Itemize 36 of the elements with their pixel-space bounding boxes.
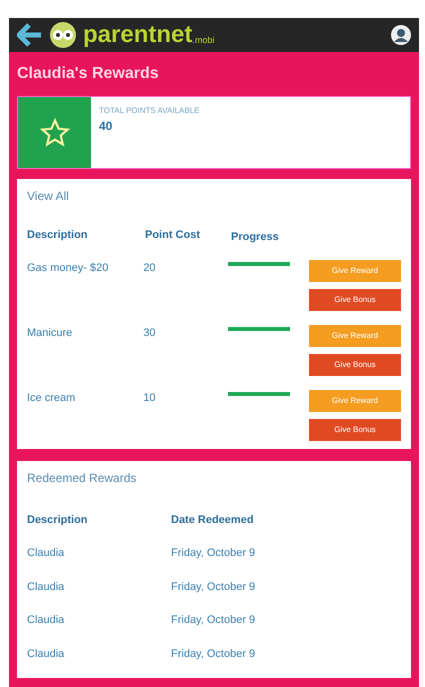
points-label: TOTAL POINTS AVAILABLE — [99, 105, 200, 117]
column-header: Date Redeemed — [171, 512, 254, 528]
page-title: Claudia's Rewards — [17, 64, 160, 84]
give-bonus-button[interactable]: Give Bonus — [309, 354, 401, 376]
star-icon — [40, 118, 70, 148]
logo-text: parentnet — [83, 23, 192, 47]
table-cell-text: Ice cream — [27, 390, 76, 406]
give-reward-button[interactable]: Give Reward — [309, 324, 401, 346]
table-cell-text: 30 — [143, 326, 157, 340]
table-cell-text: Friday, October 9 — [171, 546, 256, 561]
column-header: Point Cost — [145, 228, 201, 243]
owl-logo-icon — [49, 21, 77, 49]
table-cell-text: Friday, October 9 — [171, 646, 256, 662]
table-cell-text: Claudia — [27, 646, 66, 662]
table-cell-text: 10 — [143, 390, 157, 406]
give-bonus-button[interactable]: Give Bonus — [309, 418, 401, 440]
user-avatar-icon[interactable] — [391, 25, 411, 45]
give-reward-button[interactable]: Give Reward — [309, 390, 401, 412]
column-header: Progress — [231, 230, 280, 245]
table-cell-text: Friday, October 9 — [171, 580, 256, 594]
give-reward-button[interactable]: Give Reward — [309, 260, 401, 282]
panel-title: Redeemed Rewards — [27, 470, 138, 486]
points-value: 40 — [99, 118, 114, 135]
panel-title: View All — [27, 188, 70, 205]
table-cell-text: Claudia — [27, 613, 66, 628]
logo-suffix: .mobi — [192, 34, 214, 44]
table-cell-text: Gas money- $20 — [27, 260, 110, 276]
back-arrow-icon[interactable] — [17, 23, 43, 47]
column-header: Description — [27, 228, 89, 243]
column-header: Description — [27, 512, 89, 528]
table-cell-text: 20 — [143, 260, 157, 276]
give-bonus-button[interactable]: Give Bonus — [309, 288, 401, 310]
table-cell-text: Friday, October 9 — [171, 613, 256, 628]
table-cell-text: Claudia — [27, 580, 66, 594]
table-cell-text: Claudia — [27, 546, 66, 561]
table-cell-text: Manicure — [27, 326, 74, 340]
